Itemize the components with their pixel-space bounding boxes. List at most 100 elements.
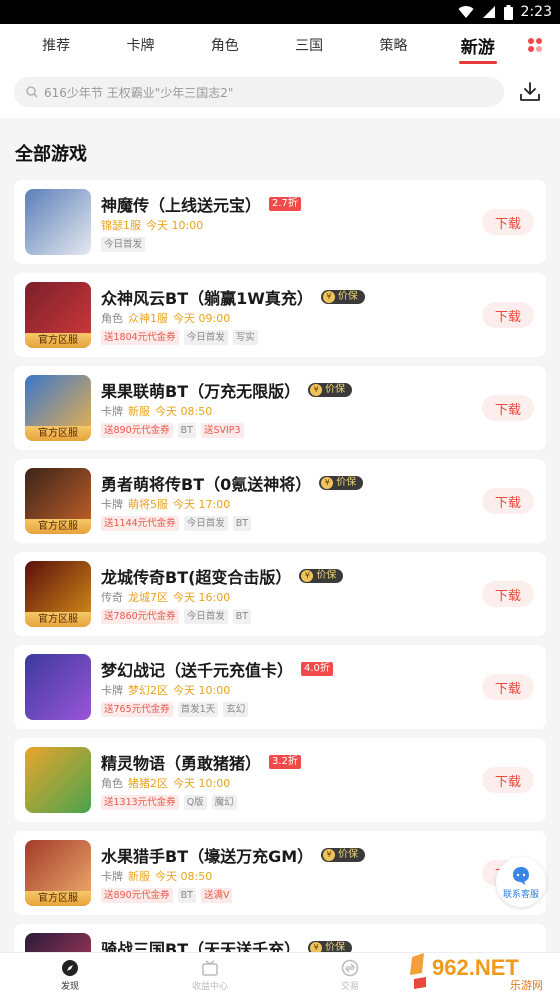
- tab-role[interactable]: 角色: [183, 27, 267, 63]
- game-info: 龙城传奇BT(超变合击版） ¥ 价保传奇 龙城7区 今天 16:00 送7860元代金券今…: [91, 565, 482, 624]
- price-protect-badge: ¥ 价保: [321, 847, 366, 862]
- game-tags: 送890元代金券 BT 送SVIP3: [101, 422, 482, 438]
- game-tag: 今日首发: [183, 329, 228, 345]
- game-icon[interactable]: [25, 189, 91, 255]
- cellular-signal-icon: [482, 6, 495, 18]
- download-button[interactable]: 下载: [482, 488, 534, 514]
- game-info: 众神风云BT（躺赢1W真充） ¥ 价保 角色 众神1服 今天 09:00 送1804元代金券…: [91, 286, 482, 345]
- game-category: 卡牌: [101, 404, 123, 418]
- search-bar: 616少年节 王权霸业"少年三国志2": [0, 66, 560, 118]
- game-icon[interactable]: [25, 654, 91, 720]
- game-icon[interactable]: [25, 747, 91, 813]
- download-manager-button[interactable]: [514, 81, 546, 103]
- watermark-logo: 962.NET 乐游网: [410, 953, 543, 992]
- game-title: 龙城传奇BT(超变合击版）: [101, 567, 292, 587]
- game-category: 卡牌: [101, 869, 123, 883]
- coin-icon: ¥: [321, 476, 334, 489]
- price-protect-badge: ¥ 价保: [320, 289, 365, 304]
- download-button[interactable]: 下载: [482, 395, 534, 421]
- official-server-badge: 官方区服: [25, 333, 91, 348]
- more-categories-button[interactable]: [520, 37, 550, 53]
- bottom-tab-discover[interactable]: 发现: [0, 953, 140, 997]
- game-icon[interactable]: 官方区服: [25, 375, 91, 441]
- game-icon[interactable]: 官方区服: [25, 468, 91, 534]
- game-tag: 写实: [232, 329, 258, 345]
- tab-recommended[interactable]: 推荐: [14, 27, 98, 63]
- game-open-time: 今天 08:50: [155, 869, 213, 883]
- game-tag: 今日首发: [183, 608, 228, 624]
- price-protect-badge: ¥ 价保: [299, 568, 344, 583]
- game-open-time: 今天 10:00: [173, 776, 231, 790]
- game-card[interactable]: 官方区服 众神风云BT（躺赢1W真充） ¥ 价保 角色 众神1服 今天 09:00 送1804…: [14, 273, 546, 357]
- download-button[interactable]: 下载: [482, 767, 534, 793]
- game-tag: 魔幻: [211, 794, 237, 810]
- game-category: 卡牌: [101, 683, 123, 697]
- game-tag: 今日首发: [183, 515, 228, 531]
- download-button[interactable]: 下载: [482, 302, 534, 328]
- svg-text:962.NET: 962.NET: [432, 955, 519, 980]
- game-meta: 锦瑟1服 今天 10:00: [101, 216, 482, 234]
- game-card[interactable]: 官方区服 果果联萌BT（万充无限版） ¥ 价保 卡牌 新服 今天 08:50 送890元代金券…: [14, 366, 546, 450]
- coin-icon: ¥: [301, 569, 314, 582]
- tab-three-kingdoms[interactable]: 三国: [267, 27, 351, 63]
- official-server-badge: 官方区服: [25, 519, 91, 534]
- game-card[interactable]: 精灵物语（勇敢猪猪） 3.2折 角色 猪猪2区 今天 10:00 送1313元代金券 Q版魔…: [14, 738, 546, 822]
- trade-icon: [341, 959, 359, 976]
- game-icon[interactable]: 官方区服: [25, 282, 91, 348]
- tab-new-games[interactable]: 新游: [436, 25, 520, 66]
- game-meta: 卡牌 萌将5服 今天 17:00: [101, 495, 482, 513]
- category-tabs: 推荐 卡牌 角色 三国 策略 新游: [0, 24, 560, 66]
- game-icon[interactable]: 官方区服: [25, 840, 91, 906]
- game-card[interactable]: 官方区服 龙城传奇BT(超变合击版） ¥ 价保传奇 龙城7区 今天 16:00 送7860元…: [14, 552, 546, 636]
- price-protect-label: 价保: [325, 383, 346, 395]
- game-card[interactable]: 官方区服 勇者萌将传BT（0氪送神将） ¥ 价保 卡牌 萌将5服 今天 17:00 送1144…: [14, 459, 546, 543]
- game-card[interactable]: 神魔传（上线送元宝） 2.7折 锦瑟1服 今天 10:00 今日首发 下载: [14, 180, 546, 264]
- download-button[interactable]: 下载: [482, 581, 534, 607]
- status-time: 2:23: [520, 4, 552, 20]
- game-title: 果果联萌BT（万充无限版）: [101, 381, 301, 401]
- status-bar: 2:23: [0, 0, 560, 24]
- game-card[interactable]: 官方区服 水果猎手BT（壕送万充GM） ¥ 价保 卡牌 新服 今天 08:50 送890元代金…: [14, 831, 546, 915]
- game-tags: 送1804元代金券 今日首发 写实: [101, 329, 482, 345]
- search-placeholder: 616少年节 王权霸业"少年三国志2": [44, 85, 234, 100]
- download-button[interactable]: 下载: [482, 674, 534, 700]
- game-info: 神魔传（上线送元宝） 2.7折 锦瑟1服 今天 10:00 今日首发: [91, 193, 482, 252]
- coin-icon: ¥: [310, 383, 323, 396]
- search-icon: [26, 86, 38, 98]
- bottom-tab-trade[interactable]: 交易: [280, 953, 420, 997]
- game-category: 角色: [101, 776, 123, 790]
- game-meta: 角色 众神1服 今天 09:00: [101, 309, 482, 327]
- earnings-icon: [202, 959, 218, 976]
- game-info: 果果联萌BT（万充无限版） ¥ 价保 卡牌 新服 今天 08:50 送890元代金券 BT 送S…: [91, 379, 482, 438]
- search-input[interactable]: 616少年节 王权霸业"少年三国志2": [14, 77, 504, 107]
- game-icon[interactable]: 官方区服: [25, 561, 91, 627]
- game-card[interactable]: 梦幻战记（送千元充值卡） 4.0折 卡牌 梦幻2区 今天 10:00 送765元代金券 首发…: [14, 645, 546, 729]
- game-open-time: 今天 16:00: [173, 590, 231, 604]
- price-protect-badge: ¥ 价保: [319, 475, 364, 490]
- game-title: 精灵物语（勇敢猪猪）: [101, 753, 262, 773]
- coin-icon: ¥: [322, 290, 335, 303]
- customer-service-button[interactable]: 联系客服: [496, 857, 546, 907]
- game-tags: 送7860元代金券 今日首发 BT: [101, 608, 482, 624]
- game-tag: 首发1天: [177, 701, 219, 717]
- game-title-row: 水果猎手BT（壕送万充GM） ¥ 价保: [101, 844, 482, 866]
- compass-icon: [62, 959, 78, 976]
- game-title-row: 众神风云BT（躺赢1W真充） ¥ 价保: [101, 286, 482, 308]
- game-server: 萌将5服: [128, 497, 168, 511]
- tab-strategy[interactable]: 策略: [351, 27, 435, 63]
- download-button[interactable]: 下载: [482, 209, 534, 235]
- game-title: 水果猎手BT（壕送万充GM）: [101, 846, 314, 866]
- game-meta: 传奇 龙城7区 今天 16:00: [101, 588, 482, 606]
- game-server: 新服: [128, 404, 150, 418]
- bottom-tab-earnings[interactable]: 收益中心: [140, 953, 280, 997]
- tab-card[interactable]: 卡牌: [98, 27, 182, 63]
- game-meta: 卡牌 梦幻2区 今天 10:00: [101, 681, 482, 699]
- game-tags: 送1313元代金券 Q版 魔幻: [101, 794, 482, 810]
- game-tag: 送1144元代金券: [101, 515, 179, 531]
- svg-text:乐游网: 乐游网: [510, 979, 543, 992]
- discount-badge: 2.7折: [269, 196, 301, 211]
- section-title: 全部游戏: [15, 144, 87, 165]
- bottom-tab-label: 发现: [60, 981, 79, 992]
- game-meta: 角色 猪猪2区 今天 10:00: [101, 774, 482, 792]
- wifi-icon: [458, 6, 474, 19]
